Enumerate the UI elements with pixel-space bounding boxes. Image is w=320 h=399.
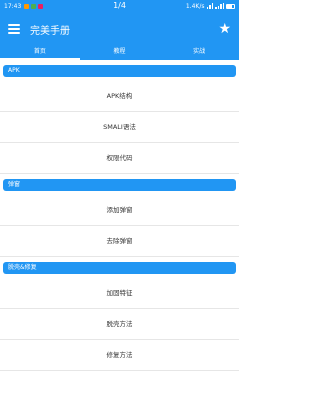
status-time: 17:43 [4, 2, 22, 10]
app-screen: 17:43 1/4 1.4K/s 完美手册 ★ 首页 教程 实战 APK APK… [0, 0, 239, 399]
main-content: APK APK结构 SMALI语法 权限代码 弹窗 添加弹窗 去除弹窗 脱壳&修… [0, 65, 239, 371]
tab-bar: 首页 教程 实战 [0, 46, 239, 60]
notification-icon [31, 3, 37, 9]
tab-home[interactable]: 首页 [0, 46, 80, 60]
list-item[interactable]: 修复方法 [0, 340, 239, 371]
notification-icon [24, 3, 30, 9]
section-header-popup: 弹窗 [3, 179, 236, 191]
battery-icon [226, 3, 235, 9]
section-header-apk: APK [3, 65, 236, 77]
list-item[interactable]: 脱壳方法 [0, 309, 239, 340]
list-item[interactable]: 去除弹窗 [0, 226, 239, 257]
menu-icon[interactable] [8, 24, 20, 34]
tab-practice[interactable]: 实战 [159, 46, 239, 60]
signal-icon [215, 3, 224, 9]
list-item[interactable]: 加固特征 [0, 278, 239, 309]
status-bar: 17:43 1/4 1.4K/s [0, 0, 239, 12]
tab-tutorial[interactable]: 教程 [80, 46, 160, 60]
list-item[interactable]: SMALI语法 [0, 112, 239, 143]
status-right: 1.4K/s [186, 3, 235, 10]
wifi-icon [206, 3, 213, 9]
page-indicator: 1/4 [113, 1, 126, 10]
list-item[interactable]: 添加弹窗 [0, 195, 239, 226]
list-item[interactable]: 权限代码 [0, 143, 239, 174]
app-title: 完美手册 [30, 25, 70, 37]
network-speed: 1.4K/s [185, 2, 205, 10]
section-header-unpack: 脱壳&修复 [3, 262, 236, 274]
app-toolbar: 完美手册 ★ [0, 12, 239, 46]
list-item[interactable]: APK结构 [0, 81, 239, 112]
notification-icon [38, 3, 44, 9]
star-icon[interactable]: ★ [218, 22, 231, 36]
